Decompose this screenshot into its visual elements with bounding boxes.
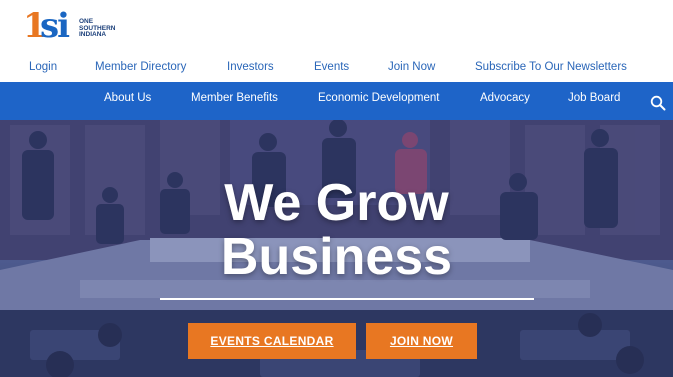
hero-banner: We Grow Business EVENTS CALENDAR JOIN NO… <box>0 120 673 377</box>
logo-mark: 1 si <box>23 8 75 44</box>
utility-link-events[interactable]: Events <box>314 61 349 73</box>
events-calendar-button[interactable]: EVENTS CALENDAR <box>188 323 356 359</box>
utility-link-member-directory[interactable]: Member Directory <box>95 61 186 73</box>
hero-title-line-1: We Grow <box>224 174 449 232</box>
logo-mark-si: si <box>40 6 70 46</box>
main-nav-advocacy[interactable]: Advocacy <box>480 92 530 104</box>
main-nav-economic-development[interactable]: Economic Development <box>318 92 439 104</box>
utility-nav: Login Member Directory Investors Events … <box>0 52 673 82</box>
main-nav-job-board[interactable]: Job Board <box>568 92 620 104</box>
utility-link-login[interactable]: Login <box>29 61 57 73</box>
logo-wordmark: ONE SOUTHERN INDIANA <box>79 18 115 39</box>
utility-link-newsletters[interactable]: Subscribe To Our Newsletters <box>475 61 627 73</box>
logo-line-3: INDIANA <box>79 31 107 38</box>
utility-link-join-now[interactable]: Join Now <box>388 61 435 73</box>
site-header: 1 si ONE SOUTHERN INDIANA <box>0 0 673 52</box>
main-nav-member-benefits[interactable]: Member Benefits <box>191 92 278 104</box>
join-now-button[interactable]: JOIN NOW <box>366 323 477 359</box>
site-logo[interactable]: 1 si ONE SOUTHERN INDIANA <box>23 8 115 44</box>
hero-title-line-2: Business <box>220 228 453 286</box>
utility-link-investors[interactable]: Investors <box>227 61 274 73</box>
main-nav: About Us Member Benefits Economic Develo… <box>0 82 673 120</box>
search-icon[interactable] <box>650 95 666 111</box>
hero-divider <box>160 298 534 300</box>
main-nav-about-us[interactable]: About Us <box>104 92 151 104</box>
